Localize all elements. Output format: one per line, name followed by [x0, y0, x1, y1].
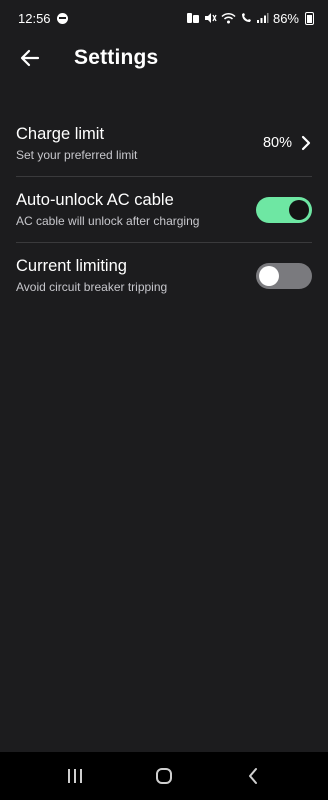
notification-icons — [186, 13, 199, 23]
setting-title: Charge limit — [16, 124, 105, 143]
status-bar-right: 86% — [186, 11, 314, 26]
system-back-button[interactable] — [233, 756, 273, 796]
recent-apps-button[interactable] — [55, 756, 95, 796]
setting-text: Charge limit Set your preferred limit — [16, 125, 137, 162]
home-icon — [155, 768, 172, 784]
back-icon — [249, 768, 258, 784]
setting-title: Auto-unlock AC cable — [16, 191, 174, 209]
battery-icon — [305, 11, 314, 25]
wifi-calling-icon — [241, 13, 251, 22]
charge-limit-value-wrap: 80% — [263, 135, 312, 151]
home-button[interactable] — [144, 756, 184, 796]
auto-unlock-toggle[interactable] — [256, 196, 312, 223]
status-bar-left: 12:56 — [18, 11, 68, 26]
settings-list: Charge limit Set your preferred limit 80… — [0, 110, 328, 308]
setting-text: Current limiting Avoid circuit breaker t… — [16, 257, 167, 294]
status-time: 12:56 — [18, 10, 51, 26]
mute-icon — [204, 13, 217, 23]
page-title: Settings — [74, 46, 159, 69]
current-limiting-toggle[interactable] — [256, 262, 312, 289]
setting-subtitle: Set your preferred limit — [16, 147, 138, 162]
setting-subtitle: Avoid circuit breaker tripping — [16, 280, 168, 294]
recent-apps-icon — [67, 769, 82, 783]
battery-percentage: 86% — [272, 10, 299, 26]
setting-subtitle: AC cable will unlock after charging — [16, 214, 200, 228]
toggle-knob — [259, 265, 279, 286]
setting-current-limiting: Current limiting Avoid circuit breaker t… — [16, 242, 312, 308]
toggle-knob — [289, 199, 309, 220]
wifi-icon — [221, 12, 236, 24]
chevron-right-icon — [301, 135, 311, 151]
app-bar: Settings — [0, 36, 328, 80]
charge-limit-value: 80% — [262, 135, 292, 151]
do-not-disturb-icon — [56, 12, 68, 24]
setting-text: Auto-unlock AC cable AC cable will unloc… — [16, 191, 199, 228]
setting-auto-unlock: Auto-unlock AC cable AC cable will unloc… — [16, 176, 312, 242]
setting-title: Current limiting — [16, 257, 127, 275]
signal-icon — [256, 13, 269, 23]
back-button[interactable] — [10, 38, 50, 78]
system-nav-bar — [0, 752, 328, 800]
status-bar: 12:56 86% — [0, 0, 328, 36]
setting-charge-limit[interactable]: Charge limit Set your preferred limit 80… — [16, 110, 312, 176]
arrow-left-icon — [20, 49, 40, 67]
